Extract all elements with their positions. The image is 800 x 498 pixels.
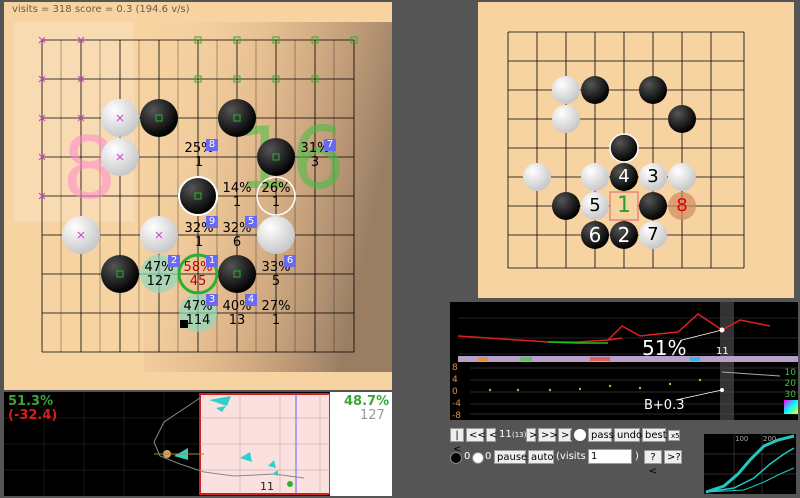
winrate-graph-panel[interactable]: 51% 11 B+0.3 8 4 0 -4 -8 10 20 30 40 <box>450 302 798 422</box>
forward-10-button[interactable]: >> <box>538 428 558 442</box>
graph-gridlines <box>458 317 798 355</box>
winrate-bar-chart[interactable] <box>4 392 392 496</box>
mini-label-200: 200 <box>763 435 777 443</box>
auto-button[interactable]: auto <box>528 450 554 464</box>
y-tick: 4 <box>452 375 458 385</box>
prev-question-button[interactable]: ?< <box>644 450 662 477</box>
winrate-line-black <box>457 335 623 343</box>
pv-move-2: 2 <box>617 223 631 247</box>
y-tick: 8 <box>452 363 458 373</box>
rank-badge: 6 <box>284 255 296 267</box>
white-captures: 0 <box>485 451 492 462</box>
undo-button[interactable]: undo <box>614 428 642 442</box>
back-button[interactable]: < <box>486 428 497 442</box>
visits-input[interactable] <box>588 449 632 464</box>
sub-board-panel[interactable]: 1 2 3 4 5 6 7 8 <box>478 2 794 298</box>
graph-score-label: B+0.3 <box>644 398 685 413</box>
back-10-button[interactable]: << <box>466 428 486 442</box>
pass-button[interactable]: pass <box>588 428 614 442</box>
right-tick: 10 <box>784 368 796 378</box>
pv-move-4: 4 <box>618 166 630 187</box>
status-line: visits = 318 score = 0.3 (194.6 v/s) <box>12 4 190 15</box>
y-tick: 0 <box>452 387 458 397</box>
move-marker-label: 11 <box>260 480 274 493</box>
pv-move-8: 8 <box>676 195 688 216</box>
best-button[interactable]: best <box>642 428 667 442</box>
graph-move-label: 11 <box>716 346 729 357</box>
rank-badge: 9 <box>206 216 218 228</box>
policy-segment <box>690 357 700 361</box>
pv-move-6: 6 <box>588 223 602 247</box>
policy-strip <box>458 356 798 362</box>
mini-curve-1 <box>705 434 795 494</box>
forward-button[interactable]: > <box>526 428 537 442</box>
white-winrate: 48.7% <box>344 394 390 409</box>
policy-segment <box>590 357 610 361</box>
next-question-button[interactable]: >? <box>664 450 682 464</box>
pv-move-3: 3 <box>647 166 659 187</box>
winrate-graph[interactable] <box>450 302 798 420</box>
white-stone-icon <box>472 452 484 464</box>
score-dots <box>488 378 702 392</box>
black-captures: 0 <box>464 451 471 462</box>
graph-winrate-label: 51% <box>642 336 687 360</box>
first-move-button[interactable]: |< <box>450 428 464 455</box>
trajectory-end <box>287 481 293 487</box>
black-score: (-32.4) <box>8 408 58 423</box>
black-winrate: 51.3% <box>8 394 54 409</box>
move-total: (13) <box>512 431 527 439</box>
mini-gridlines <box>704 434 796 494</box>
pv-move-1: 1 <box>617 193 631 218</box>
mini-curve-2 <box>705 447 795 493</box>
main-board-panel[interactable]: 8 1 6 <box>4 2 392 390</box>
pv-move-7: 7 <box>647 224 659 245</box>
rank-badge: 1 <box>206 255 218 267</box>
y-tick: -4 <box>452 399 461 409</box>
visits-prefix: (visits <box>556 451 586 462</box>
policy-segment <box>520 357 532 361</box>
visits-mini-chart-svg <box>704 434 796 494</box>
rank-badge: 2 <box>168 255 180 267</box>
turn-indicator-icon[interactable] <box>574 429 586 441</box>
mini-label-100: 100 <box>735 435 749 443</box>
navigation-controls: |< << < 11 (13) > >> >| pass undo best x… <box>450 424 700 496</box>
rank-badge: 3 <box>206 294 218 306</box>
palette-icon[interactable] <box>784 400 798 414</box>
pv-move-numbers: 1 2 3 4 5 6 7 8 <box>478 2 794 298</box>
pv-move-5: 5 <box>589 195 601 216</box>
score-axis-ticks: 8 4 0 -4 -8 <box>452 362 461 422</box>
visits-suffix: ) <box>635 451 639 462</box>
x5-button[interactable]: x5 <box>668 430 680 441</box>
pointer-line <box>681 329 723 341</box>
white-visits: 127 <box>360 408 385 423</box>
visits-mini-chart: 100 200 <box>704 434 796 494</box>
right-tick: 20 <box>784 379 796 389</box>
rank-badge: 4 <box>245 294 257 306</box>
black-stone-icon <box>450 452 462 464</box>
rank-badge: 8 <box>206 139 218 151</box>
y-tick: -8 <box>452 411 461 421</box>
rank-badge: 7 <box>324 139 336 151</box>
score-gridlines <box>470 367 798 415</box>
move-number: 11 <box>499 429 512 440</box>
pause-button[interactable]: pause <box>494 450 527 464</box>
winrate-bar-panel[interactable]: 51.3% (-32.4) 48.7% 127 11 <box>4 392 392 496</box>
rank-badge: 5 <box>245 216 257 228</box>
rank-badges: 8 7 9 5 2 1 6 3 4 <box>4 2 392 390</box>
last-move-button[interactable]: >| <box>558 428 573 442</box>
policy-segment <box>478 357 488 361</box>
